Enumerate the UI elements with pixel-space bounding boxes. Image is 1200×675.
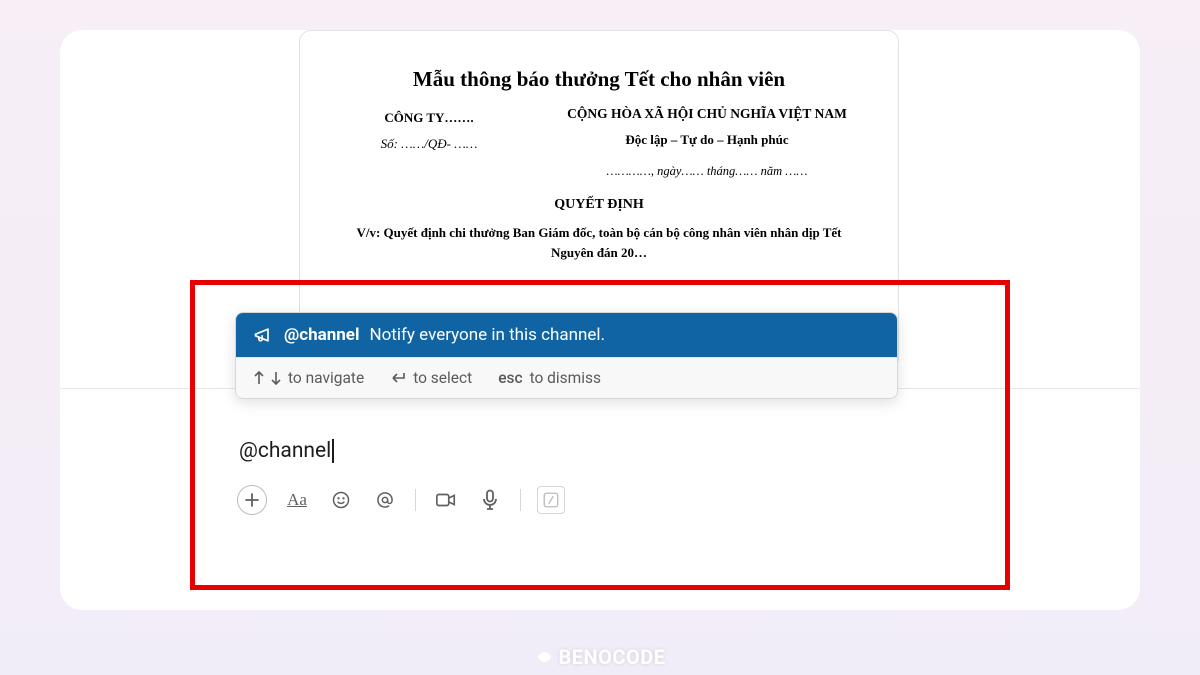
- hint-select: to select: [390, 369, 472, 387]
- format-button[interactable]: Aa: [283, 486, 311, 514]
- megaphone-icon: [252, 324, 274, 346]
- autocomplete-description: Notify everyone in this channel.: [369, 325, 605, 345]
- hint-dismiss: esc to dismiss: [498, 369, 601, 387]
- format-text-icon: Aa: [287, 490, 307, 510]
- toolbar-separator: [415, 489, 416, 511]
- brand-text: BENOCODE: [558, 645, 665, 669]
- audio-button[interactable]: [476, 486, 504, 514]
- document-header: CÔNG TY……. Số: ……/QĐ- …… CỘNG HÒA XÃ HỘI…: [334, 106, 864, 179]
- company-label: CÔNG TY…….: [334, 110, 524, 126]
- text-caret: [332, 439, 334, 463]
- doc-country: CỘNG HÒA XÃ HỘI CHỦ NGHĨA VIỆT NAM: [550, 106, 864, 122]
- composer-input-value: @channel: [239, 439, 331, 463]
- smile-icon: [331, 490, 351, 510]
- doc-decision-heading: QUYẾT ĐỊNH: [334, 197, 864, 213]
- mention-button[interactable]: [371, 486, 399, 514]
- arrow-down-icon: [271, 371, 281, 385]
- hint-select-label: to select: [413, 369, 472, 387]
- hint-dismiss-label: to dismiss: [530, 369, 601, 387]
- autocomplete-option-channel[interactable]: @channel Notify everyone in this channel…: [236, 313, 897, 357]
- send-button[interactable]: [537, 486, 565, 514]
- brand-logo-icon: [534, 647, 554, 667]
- toolbar-separator-2: [520, 489, 521, 511]
- at-sign-icon: [375, 490, 395, 510]
- composer-toolbar: Aa: [235, 481, 975, 527]
- slash-box-icon: [542, 491, 560, 509]
- doc-motto: Độc lập – Tự do – Hạnh phúc: [550, 132, 864, 148]
- video-button[interactable]: [432, 486, 460, 514]
- brand-watermark: BENOCODE: [534, 645, 665, 669]
- autocomplete-mention-text: @channel: [284, 325, 359, 345]
- hint-navigate-label: to navigate: [288, 369, 364, 387]
- doc-subject: V/v: Quyết định chi thưởng Ban Giám đốc,…: [334, 223, 864, 262]
- doc-date: …………, ngày…… tháng…… năm ……: [550, 164, 864, 179]
- emoji-button[interactable]: [327, 486, 355, 514]
- enter-key-icon: [390, 371, 406, 385]
- autocomplete-hints: to navigate to select esc to dismiss: [236, 357, 897, 398]
- plus-icon: [244, 492, 260, 508]
- hint-navigate: to navigate: [254, 369, 364, 387]
- app-card: Mẫu thông báo thưởng Tết cho nhân viên C…: [60, 30, 1140, 610]
- message-composer: @channel Aa: [235, 423, 975, 527]
- esc-key-label: esc: [498, 369, 522, 387]
- doc-number: Số: ……/QĐ- ……: [334, 136, 524, 152]
- attach-button[interactable]: [237, 485, 267, 515]
- mention-autocomplete-popup: @channel Notify everyone in this channel…: [235, 312, 898, 399]
- doc-header-left: CÔNG TY……. Số: ……/QĐ- ……: [334, 106, 524, 179]
- arrow-up-icon: [254, 371, 264, 385]
- doc-header-right: CỘNG HÒA XÃ HỘI CHỦ NGHĨA VIỆT NAM Độc l…: [550, 106, 864, 179]
- document-title: Mẫu thông báo thưởng Tết cho nhân viên: [334, 67, 864, 92]
- microphone-icon: [481, 489, 499, 511]
- composer-input[interactable]: @channel: [235, 423, 975, 481]
- video-camera-icon: [435, 490, 457, 510]
